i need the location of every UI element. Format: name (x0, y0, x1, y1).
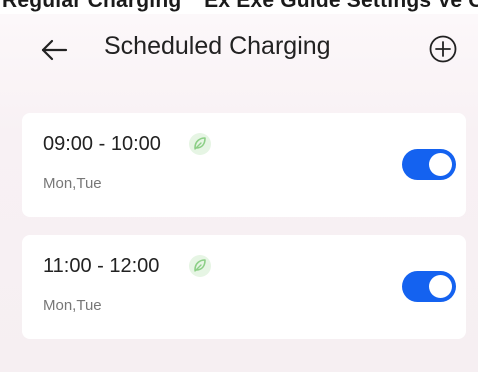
schedule-toggle[interactable] (402, 149, 456, 180)
page-title: Scheduled Charging (104, 32, 331, 60)
scheduled-charging-screen: Scheduled Charging 09:00 - 10:00 Mon,Tue… (0, 14, 478, 372)
toggle-knob (429, 275, 452, 298)
schedule-card[interactable]: 09:00 - 10:00 Mon,Tue (22, 113, 466, 217)
cropped-top-strip: Regular Charging Ex Exe Guide Settings V… (0, 0, 478, 14)
leaf-icon (189, 133, 211, 155)
schedule-toggle[interactable] (402, 271, 456, 302)
schedule-time: 11:00 - 12:00 (43, 255, 160, 277)
schedule-time: 09:00 - 10:00 (43, 133, 161, 155)
plus-circle-icon[interactable] (428, 34, 458, 64)
header-bar: Scheduled Charging (0, 14, 478, 86)
arrow-left-icon[interactable] (40, 36, 68, 64)
toggle-knob (429, 153, 452, 176)
leaf-icon (189, 255, 211, 277)
schedule-card[interactable]: 11:00 - 12:00 Mon,Tue (22, 235, 466, 339)
schedule-days: Mon,Tue (43, 297, 102, 314)
schedule-days: Mon,Tue (43, 175, 102, 192)
cropped-top-text: Regular Charging Ex Exe Guide Settings V… (2, 0, 478, 12)
